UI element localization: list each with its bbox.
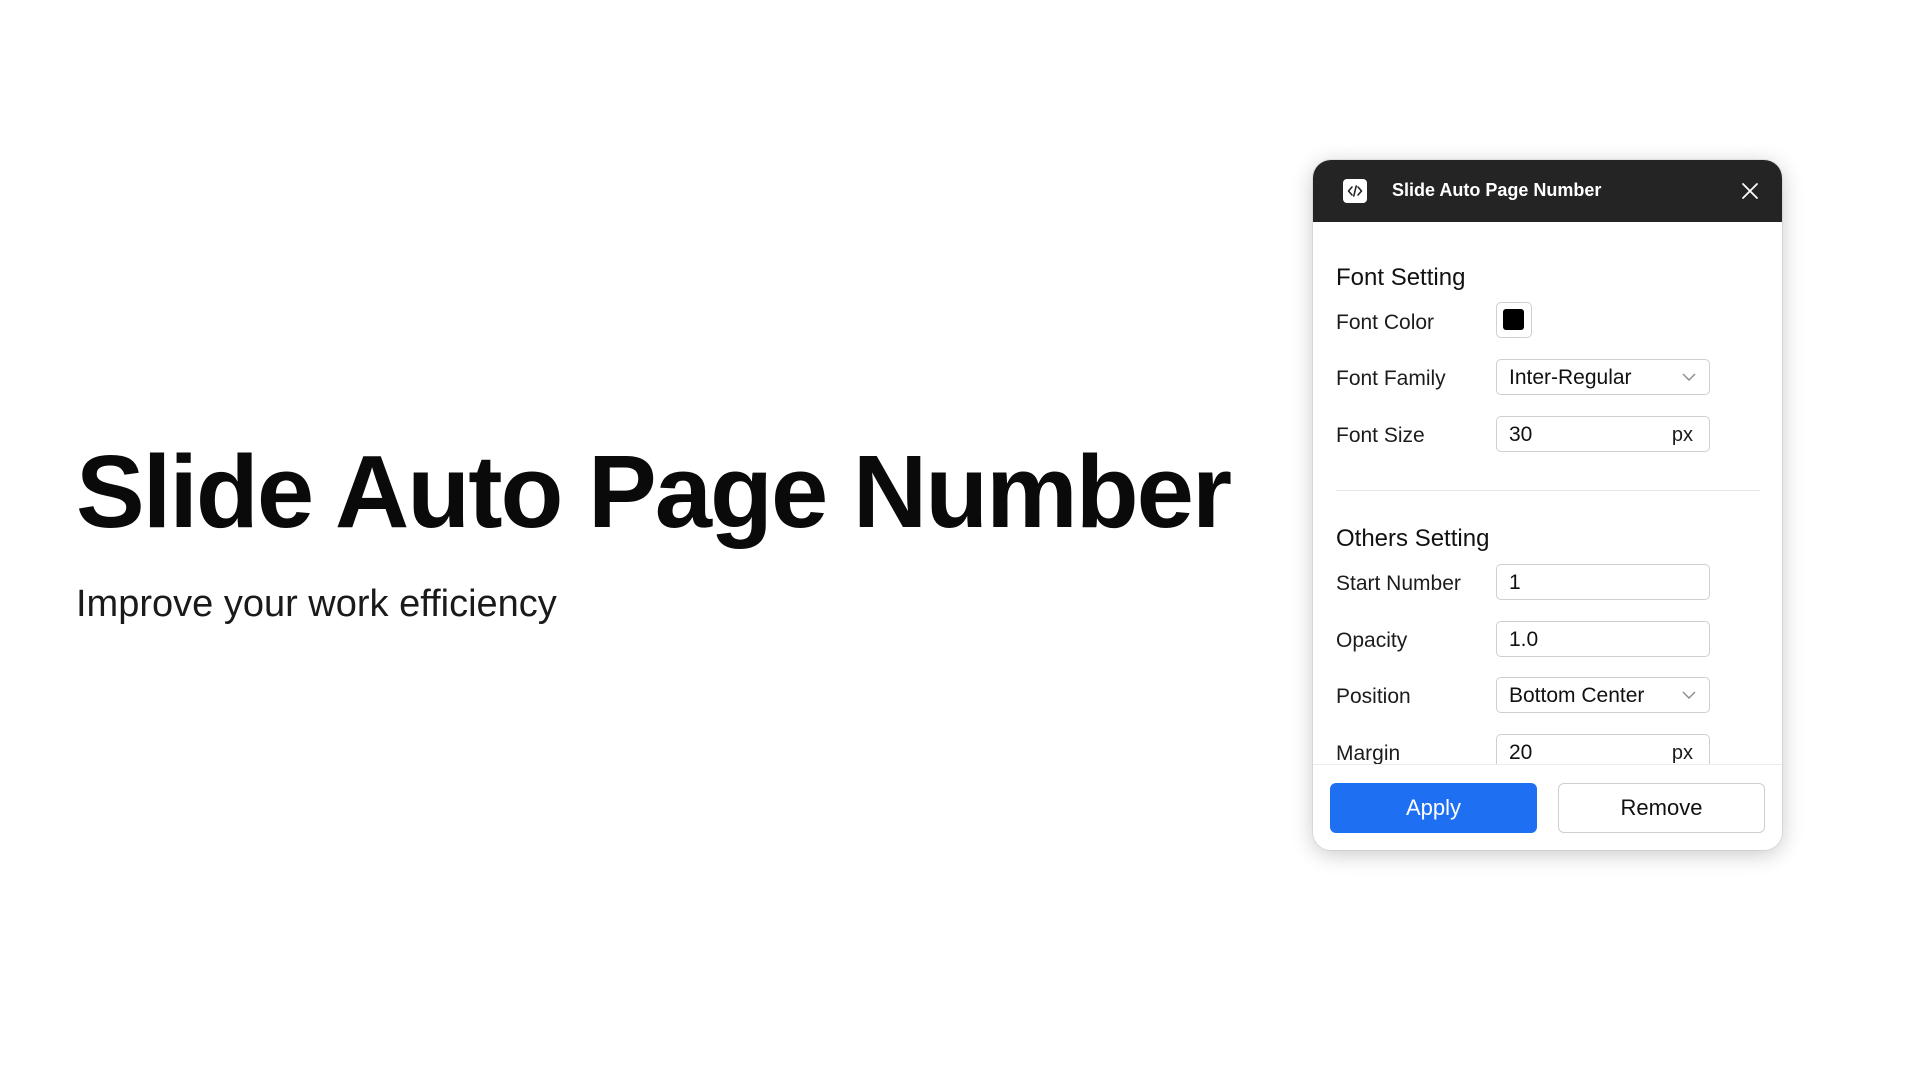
font-setting-heading: Font Setting xyxy=(1336,264,1466,291)
font-family-value: Inter-Regular xyxy=(1509,366,1632,389)
start-number-label: Start Number xyxy=(1336,572,1461,595)
start-number-input[interactable]: 1 xyxy=(1496,564,1710,600)
plugin-panel: Slide Auto Page Number Font Setting Font… xyxy=(1313,160,1782,850)
apply-button[interactable]: Apply xyxy=(1330,783,1537,833)
hero-subtitle: Improve your work efficiency xyxy=(76,583,557,625)
margin-unit: px xyxy=(1671,742,1693,764)
hero-title: Slide Auto Page Number xyxy=(76,434,1232,549)
page: Slide Auto Page Number Improve your work… xyxy=(0,0,1920,1080)
opacity-value: 1.0 xyxy=(1509,628,1539,651)
close-icon xyxy=(1742,183,1758,199)
section-divider xyxy=(1336,490,1760,491)
font-family-select[interactable]: Inter-Regular xyxy=(1496,359,1710,395)
font-size-input[interactable]: 30 px xyxy=(1496,416,1710,452)
position-select[interactable]: Bottom Center xyxy=(1496,677,1710,713)
font-color-fill xyxy=(1503,309,1524,330)
remove-button[interactable]: Remove xyxy=(1558,783,1765,833)
position-value: Bottom Center xyxy=(1509,684,1645,707)
chevron-down-icon xyxy=(1682,373,1696,381)
hero: Slide Auto Page Number Improve your work… xyxy=(76,434,1232,626)
font-family-label: Font Family xyxy=(1336,367,1446,390)
start-number-value: 1 xyxy=(1509,571,1521,594)
panel-footer: Apply Remove xyxy=(1313,764,1782,850)
margin-label: Margin xyxy=(1336,742,1401,765)
panel-title: Slide Auto Page Number xyxy=(1392,180,1602,200)
panel-content: Font Setting Font Color Font Family Inte… xyxy=(1313,222,1782,850)
font-color-swatch[interactable] xyxy=(1496,302,1532,338)
others-setting-heading: Others Setting xyxy=(1336,525,1490,552)
font-color-label: Font Color xyxy=(1336,311,1435,334)
opacity-input[interactable]: 1.0 xyxy=(1496,621,1710,657)
font-size-unit: px xyxy=(1671,424,1693,446)
panel-titlebar: Slide Auto Page Number xyxy=(1313,160,1782,222)
opacity-label: Opacity xyxy=(1336,629,1408,652)
chevron-down-icon xyxy=(1682,691,1696,699)
code-icon xyxy=(1343,179,1367,203)
position-label: Position xyxy=(1336,685,1411,708)
font-size-value: 30 xyxy=(1509,423,1533,446)
font-size-label: Font Size xyxy=(1336,424,1425,447)
margin-value: 20 xyxy=(1509,741,1533,764)
close-button[interactable] xyxy=(1736,177,1764,205)
